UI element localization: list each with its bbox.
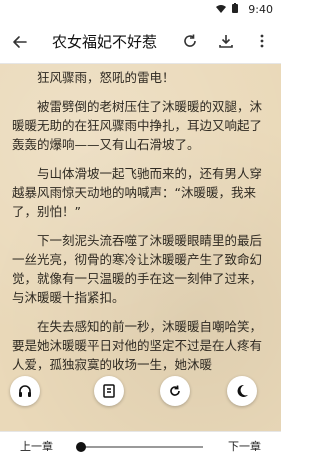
chapter-nav-bar: 上一章 下一章 (0, 431, 281, 461)
paragraph: 与山体滑坡一起飞驰而来的，还有男人穿越暴风雨惊天动地的呐喊声：“沐暖暖，我来了，… (12, 166, 263, 219)
night-mode-button[interactable] (227, 376, 257, 406)
refresh-icon (184, 34, 196, 47)
status-bar: 9:40 (0, 0, 281, 20)
rotate-button[interactable] (160, 376, 190, 406)
paragraph: 下一刻泥头流吞噬了沐暖暖眼睛里的最后一丝光亮，彻骨的寒冷让沐暖暖产生了致命幻觉，… (12, 233, 263, 305)
moon-icon (237, 384, 248, 397)
status-icons (215, 3, 239, 14)
reader-header: 农女福妃不好惹 (0, 20, 281, 64)
download-button[interactable] (215, 30, 237, 52)
more-button[interactable] (251, 30, 273, 52)
book-info-button[interactable] (94, 376, 124, 406)
paragraph: 在失去感知的前一秒，沐暖暖自嘲哈笑，要是她沐暖暖平日对他的坚定不过是在人疼有人爱… (12, 319, 263, 372)
chapter-progress-slider[interactable] (78, 446, 203, 448)
paragraph: 被雷劈倒的老树压住了沐暖暖的双腿，沐暖暖无助的在狂风骤雨中挣扎，耳边又响起了轰轰… (12, 99, 263, 152)
headphones-icon (19, 385, 31, 397)
paragraph: 狂风骤雨，怒吼的雷电！ (37, 70, 175, 85)
rotate-icon (170, 385, 180, 396)
next-chapter-button[interactable]: 下一章 (228, 438, 261, 454)
back-button[interactable] (0, 20, 40, 64)
status-time: 9:40 (248, 3, 273, 16)
header-actions (179, 30, 273, 52)
arrow-left-icon (13, 35, 27, 48)
previous-chapter-button[interactable]: 上一章 (20, 438, 53, 454)
more-vert-icon (260, 34, 264, 48)
download-icon (219, 35, 233, 48)
battery-icon (232, 3, 238, 13)
book-icon (103, 384, 115, 398)
listen-button[interactable] (10, 376, 40, 406)
refresh-button[interactable] (179, 30, 201, 52)
book-title: 农女福妃不好惹 (52, 33, 158, 51)
progress-slider-knob[interactable] (75, 442, 86, 452)
wifi-icon (216, 4, 226, 13)
